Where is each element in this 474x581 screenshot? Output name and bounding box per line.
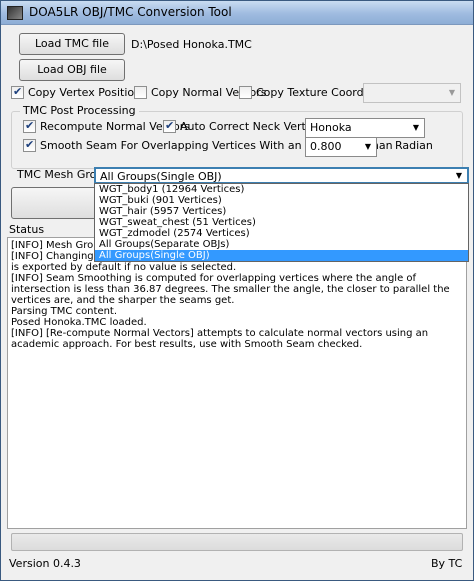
copy-vertex-positions-checkbox[interactable]: Copy Vertex Positions [11, 85, 147, 99]
status-log[interactable]: [INFO] Mesh Group [ [INFO] Changing [Co … [7, 237, 467, 529]
dropdown-item-wgt-body1[interactable]: WGT_body1 (12964 Vertices) [95, 184, 468, 195]
window-title: DOA5LR OBJ/TMC Conversion Tool [29, 5, 232, 19]
angle-value: 0.800 [310, 140, 342, 153]
log-line: is exported by default if no value is se… [11, 262, 237, 273]
dropdown-item-all-single[interactable]: All Groups(Single OBJ) [95, 250, 468, 261]
progress-bar [11, 533, 463, 551]
dropdown-item-wgt-sweat-chest[interactable]: WGT_sweat_chest (51 Vertices) [95, 217, 468, 228]
app-icon [7, 6, 23, 20]
dropdown-item-wgt-zdmodel[interactable]: WGT_zdmodel (2574 Vertices) [95, 228, 468, 239]
auto-correct-neck-box [163, 119, 176, 133]
log-line: Parsing TMC content. [11, 306, 118, 317]
angle-select[interactable]: 0.800 ▼ [305, 137, 377, 157]
copy-vertex-positions-box [11, 85, 24, 99]
chevron-down-icon: ▼ [448, 88, 456, 97]
tmc-path-text: D:\Posed Honoka.TMC [131, 38, 252, 51]
smooth-seam-box [23, 138, 36, 152]
copy-normal-vectors-box [134, 86, 147, 99]
chevron-down-icon: ▼ [364, 142, 372, 151]
copy-texture-coordinates-box [239, 86, 252, 99]
post-processing-title: TMC Post Processing [20, 104, 139, 117]
angle-unit-label: Radian [395, 139, 433, 152]
log-line: [INFO] [Re-compute Normal Vectors] attem… [11, 328, 429, 350]
recompute-normals-box [23, 119, 36, 133]
dropdown-item-all-separate[interactable]: All Groups(Separate OBJs) [95, 239, 468, 250]
version-label: Version 0.4.3 [9, 557, 81, 570]
log-line: Posed Honoka.TMC loaded. [11, 317, 147, 328]
chevron-down-icon: ▼ [455, 171, 463, 180]
status-label: Status [9, 223, 45, 236]
mesh-group-dropdown-list[interactable]: WGT_body1 (12964 Vertices) WGT_buki (901… [94, 183, 469, 262]
dropdown-item-wgt-hair[interactable]: WGT_hair (5957 Vertices) [95, 206, 468, 217]
title-bar[interactable]: DOA5LR OBJ/TMC Conversion Tool [1, 1, 473, 25]
load-obj-button[interactable]: Load OBJ file [19, 59, 125, 81]
copy-vertex-positions-label: Copy Vertex Positions [28, 86, 147, 99]
client-area: Load TMC file D:\Posed Honoka.TMC Load O… [7, 29, 469, 575]
neck-character-select[interactable]: Honoka ▼ [305, 118, 425, 138]
neck-character-value: Honoka [310, 121, 352, 134]
dropdown-item-wgt-buki[interactable]: WGT_buki (901 Vertices) [95, 195, 468, 206]
author-label: By TC [431, 557, 463, 570]
mesh-group-selected-value: All Groups(Single OBJ) [100, 170, 222, 183]
texture-coordinates-select[interactable]: ▼ [363, 83, 461, 103]
mesh-group-select[interactable]: All Groups(Single OBJ) ▼ [94, 167, 469, 184]
load-tmc-button[interactable]: Load TMC file [19, 33, 125, 55]
app-window: DOA5LR OBJ/TMC Conversion Tool Load TMC … [0, 0, 474, 581]
chevron-down-icon: ▼ [412, 123, 420, 132]
log-line: [INFO] Seam Smoothing is computed for ov… [11, 273, 450, 306]
